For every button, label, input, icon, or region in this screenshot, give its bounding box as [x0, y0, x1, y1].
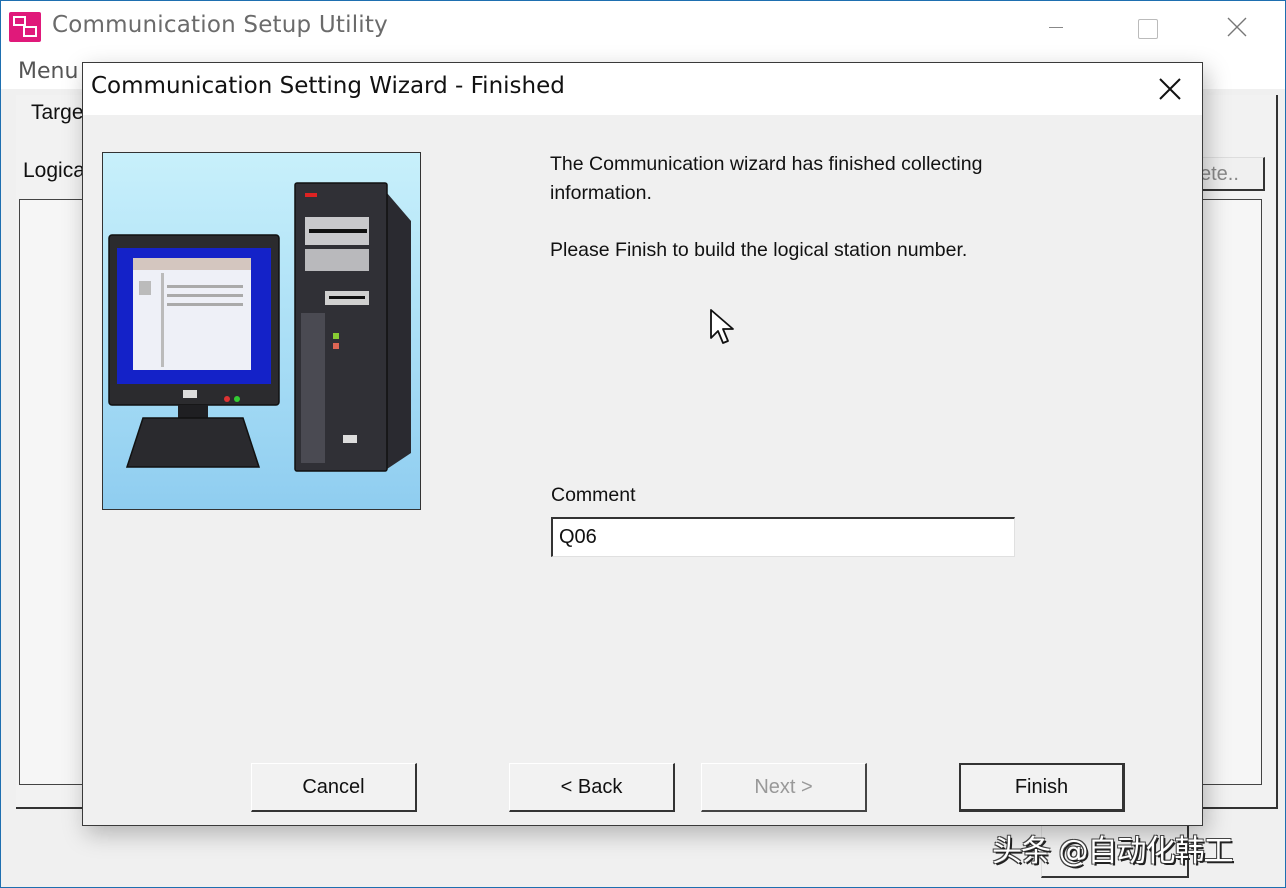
- logical-station-label: Logica: [23, 159, 85, 182]
- cancel-button[interactable]: Cancel: [251, 763, 417, 812]
- tab-target[interactable]: Targe: [31, 101, 84, 125]
- wizard-dialog: Communication Setting Wizard - Finished: [82, 62, 1203, 826]
- comment-label: Comment: [551, 484, 636, 506]
- wizard-message: The Communication wizard has finished co…: [550, 150, 1050, 265]
- computer-illustration: [102, 152, 421, 510]
- watermark: 头条 @自动化韩工: [992, 834, 1234, 869]
- computer-icon: [108, 182, 411, 472]
- window-close-button[interactable]: [1214, 9, 1260, 45]
- close-icon: [1159, 78, 1181, 100]
- dialog-titlebar: Communication Setting Wizard - Finished: [83, 63, 1202, 115]
- back-button[interactable]: < Back: [509, 763, 675, 812]
- mouse-cursor-icon: [710, 309, 734, 344]
- message-line-2: Please Finish to build the logical stati…: [550, 239, 968, 261]
- app-icon: [9, 12, 41, 42]
- dialog-title: Communication Setting Wizard - Finished: [91, 73, 565, 99]
- message-line-1: The Communication wizard has finished co…: [550, 153, 983, 204]
- maximize-button[interactable]: [1123, 9, 1169, 45]
- comment-input[interactable]: [551, 517, 1015, 557]
- dialog-close-button[interactable]: [1147, 71, 1193, 107]
- main-window-title: Communication Setup Utility: [52, 12, 388, 38]
- menu-item-menu[interactable]: Menu: [18, 59, 78, 84]
- close-icon: [1227, 17, 1247, 37]
- finish-button[interactable]: Finish: [959, 763, 1125, 812]
- next-button[interactable]: Next >: [701, 763, 867, 812]
- main-titlebar: Communication Setup Utility: [1, 1, 1285, 53]
- minimize-button[interactable]: [1032, 9, 1078, 45]
- delete-button-label: ete..: [1200, 163, 1239, 185]
